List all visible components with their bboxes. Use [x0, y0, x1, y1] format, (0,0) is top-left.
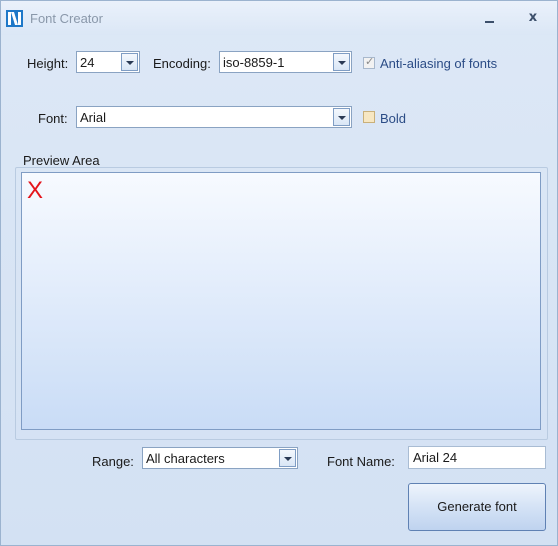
generate-font-button[interactable]: Generate font [408, 483, 546, 531]
chevron-down-icon[interactable] [333, 53, 350, 71]
range-label: Range: [92, 454, 134, 469]
close-button[interactable]: x [519, 7, 547, 29]
chevron-down-icon[interactable] [121, 53, 138, 71]
font-value: Arial [80, 110, 107, 125]
close-icon: x [528, 10, 538, 25]
height-value: 24 [80, 55, 95, 70]
window-title: Font Creator [30, 11, 103, 26]
encoding-value: iso-8859-1 [223, 55, 285, 70]
app-icon [6, 10, 23, 27]
font-name-value: Arial 24 [413, 450, 458, 465]
encoding-label: Encoding: [153, 56, 211, 71]
font-select[interactable]: Arial [76, 106, 352, 128]
preview-area: X [21, 172, 541, 430]
font-name-input[interactable]: Arial 24 [408, 446, 546, 469]
antialias-checkbox[interactable] [363, 55, 375, 69]
bold-label[interactable]: Bold [380, 111, 406, 126]
antialias-label[interactable]: Anti-aliasing of fonts [380, 56, 497, 71]
chevron-down-icon[interactable] [279, 449, 296, 467]
font-name-label: Font Name: [327, 454, 395, 469]
encoding-select[interactable]: iso-8859-1 [219, 51, 352, 73]
height-select[interactable]: 24 [76, 51, 140, 73]
minimize-icon [485, 21, 494, 23]
preview-glyph: X [27, 177, 44, 204]
generate-font-label: Generate font [437, 499, 517, 514]
minimize-button[interactable] [475, 7, 503, 29]
font-creator-window: Font Creator x Height: 24 Encoding: iso-… [0, 0, 558, 546]
bold-checkbox[interactable] [363, 111, 375, 123]
title-bar[interactable]: Font Creator x [1, 1, 557, 35]
range-value: All characters [146, 451, 225, 466]
chevron-down-icon[interactable] [333, 108, 350, 126]
preview-area-title: Preview Area [23, 153, 100, 168]
height-label: Height: [27, 56, 69, 71]
font-label: Font: [38, 111, 68, 126]
range-select[interactable]: All characters [142, 447, 298, 469]
